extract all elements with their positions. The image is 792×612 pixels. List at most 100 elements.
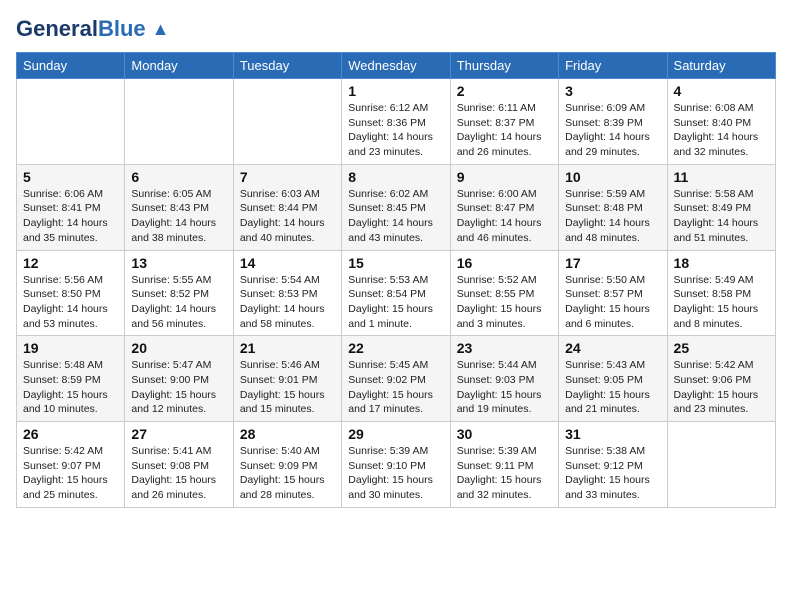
- day-info: Sunrise: 5:55 AM Sunset: 8:52 PM Dayligh…: [131, 273, 226, 332]
- day-info: Sunrise: 6:02 AM Sunset: 8:45 PM Dayligh…: [348, 187, 443, 246]
- calendar-cell: 8 Sunrise: 6:02 AM Sunset: 8:45 PM Daylig…: [342, 164, 450, 250]
- calendar-cell: 2 Sunrise: 6:11 AM Sunset: 8:37 PM Daylig…: [450, 79, 558, 165]
- day-number: 11: [674, 169, 769, 185]
- day-info: Sunrise: 6:11 AM Sunset: 8:37 PM Dayligh…: [457, 101, 552, 160]
- calendar-cell: 18 Sunrise: 5:49 AM Sunset: 8:58 PM Dayli…: [667, 250, 775, 336]
- day-number: 7: [240, 169, 335, 185]
- day-info: Sunrise: 5:42 AM Sunset: 9:06 PM Dayligh…: [674, 358, 769, 417]
- day-number: 10: [565, 169, 660, 185]
- day-number: 14: [240, 255, 335, 271]
- day-info: Sunrise: 5:53 AM Sunset: 8:54 PM Dayligh…: [348, 273, 443, 332]
- day-number: 9: [457, 169, 552, 185]
- calendar-cell: 26Sunrise: 5:42 AM Sunset: 9:07 PM Dayli…: [17, 422, 125, 508]
- day-info: Sunrise: 6:00 AM Sunset: 8:47 PM Dayligh…: [457, 187, 552, 246]
- day-info: Sunrise: 6:08 AM Sunset: 8:40 PM Dayligh…: [674, 101, 769, 160]
- calendar-cell: 21 Sunrise: 5:46 AM Sunset: 9:01 PM Dayli…: [233, 336, 341, 422]
- calendar-cell: [125, 79, 233, 165]
- day-number: 16: [457, 255, 552, 271]
- day-number: 31: [565, 426, 660, 442]
- day-info: Sunrise: 5:45 AM Sunset: 9:02 PM Dayligh…: [348, 358, 443, 417]
- calendar-cell: 24Sunrise: 5:43 AM Sunset: 9:05 PM Dayli…: [559, 336, 667, 422]
- day-number: 20: [131, 340, 226, 356]
- day-number: 15: [348, 255, 443, 271]
- day-info: Sunrise: 6:03 AM Sunset: 8:44 PM Dayligh…: [240, 187, 335, 246]
- page-header: GeneralBlue ▲: [16, 16, 776, 42]
- calendar-cell: [233, 79, 341, 165]
- day-info: Sunrise: 5:54 AM Sunset: 8:53 PM Dayligh…: [240, 273, 335, 332]
- calendar-week-2: 5 Sunrise: 6:06 AM Sunset: 8:41 PM Daylig…: [17, 164, 776, 250]
- day-number: 3: [565, 83, 660, 99]
- day-info: Sunrise: 5:48 AM Sunset: 8:59 PM Dayligh…: [23, 358, 118, 417]
- calendar-cell: 17 Sunrise: 5:50 AM Sunset: 8:57 PM Dayli…: [559, 250, 667, 336]
- calendar-week-4: 19 Sunrise: 5:48 AM Sunset: 8:59 PM Dayli…: [17, 336, 776, 422]
- day-info: Sunrise: 5:38 AM Sunset: 9:12 PM Dayligh…: [565, 444, 660, 503]
- day-info: Sunrise: 5:40 AM Sunset: 9:09 PM Dayligh…: [240, 444, 335, 503]
- day-info: Sunrise: 6:06 AM Sunset: 8:41 PM Dayligh…: [23, 187, 118, 246]
- weekday-header-friday: Friday: [559, 53, 667, 79]
- calendar-cell: 10 Sunrise: 5:59 AM Sunset: 8:48 PM Dayli…: [559, 164, 667, 250]
- calendar-cell: 23 Sunrise: 5:44 AM Sunset: 9:03 PM Dayli…: [450, 336, 558, 422]
- calendar-cell: 20 Sunrise: 5:47 AM Sunset: 9:00 PM Dayli…: [125, 336, 233, 422]
- calendar-cell: 1Sunrise: 6:12 AM Sunset: 8:36 PM Daylig…: [342, 79, 450, 165]
- day-number: 21: [240, 340, 335, 356]
- day-number: 24: [565, 340, 660, 356]
- calendar-cell: 6Sunrise: 6:05 AM Sunset: 8:43 PM Daylig…: [125, 164, 233, 250]
- calendar-cell: 30 Sunrise: 5:39 AM Sunset: 9:11 PM Dayli…: [450, 422, 558, 508]
- weekday-header-thursday: Thursday: [450, 53, 558, 79]
- day-info: Sunrise: 5:49 AM Sunset: 8:58 PM Dayligh…: [674, 273, 769, 332]
- calendar-cell: 29Sunrise: 5:39 AM Sunset: 9:10 PM Dayli…: [342, 422, 450, 508]
- day-number: 27: [131, 426, 226, 442]
- day-number: 22: [348, 340, 443, 356]
- day-number: 5: [23, 169, 118, 185]
- calendar-cell: 13Sunrise: 5:55 AM Sunset: 8:52 PM Dayli…: [125, 250, 233, 336]
- day-number: 30: [457, 426, 552, 442]
- day-number: 23: [457, 340, 552, 356]
- logo: GeneralBlue ▲: [16, 16, 169, 42]
- day-info: Sunrise: 5:41 AM Sunset: 9:08 PM Dayligh…: [131, 444, 226, 503]
- calendar-cell: [667, 422, 775, 508]
- day-number: 18: [674, 255, 769, 271]
- day-info: Sunrise: 5:39 AM Sunset: 9:11 PM Dayligh…: [457, 444, 552, 503]
- calendar-cell: 9 Sunrise: 6:00 AM Sunset: 8:47 PM Daylig…: [450, 164, 558, 250]
- day-number: 8: [348, 169, 443, 185]
- day-info: Sunrise: 5:52 AM Sunset: 8:55 PM Dayligh…: [457, 273, 552, 332]
- calendar-cell: [17, 79, 125, 165]
- calendar-cell: 19 Sunrise: 5:48 AM Sunset: 8:59 PM Dayli…: [17, 336, 125, 422]
- day-number: 29: [348, 426, 443, 442]
- calendar-cell: 15 Sunrise: 5:53 AM Sunset: 8:54 PM Dayli…: [342, 250, 450, 336]
- day-info: Sunrise: 5:50 AM Sunset: 8:57 PM Dayligh…: [565, 273, 660, 332]
- day-number: 28: [240, 426, 335, 442]
- day-info: Sunrise: 5:42 AM Sunset: 9:07 PM Dayligh…: [23, 444, 118, 503]
- calendar-cell: 22 Sunrise: 5:45 AM Sunset: 9:02 PM Dayli…: [342, 336, 450, 422]
- day-number: 2: [457, 83, 552, 99]
- day-info: Sunrise: 5:44 AM Sunset: 9:03 PM Dayligh…: [457, 358, 552, 417]
- day-number: 1: [348, 83, 443, 99]
- calendar-week-1: 1Sunrise: 6:12 AM Sunset: 8:36 PM Daylig…: [17, 79, 776, 165]
- calendar-cell: 25 Sunrise: 5:42 AM Sunset: 9:06 PM Dayli…: [667, 336, 775, 422]
- calendar-cell: 3Sunrise: 6:09 AM Sunset: 8:39 PM Daylig…: [559, 79, 667, 165]
- logo-bird-icon: ▲: [152, 19, 170, 40]
- calendar-cell: 16 Sunrise: 5:52 AM Sunset: 8:55 PM Dayli…: [450, 250, 558, 336]
- calendar-cell: 11Sunrise: 5:58 AM Sunset: 8:49 PM Dayli…: [667, 164, 775, 250]
- calendar-cell: 31 Sunrise: 5:38 AM Sunset: 9:12 PM Dayli…: [559, 422, 667, 508]
- weekday-header-sunday: Sunday: [17, 53, 125, 79]
- day-info: Sunrise: 5:59 AM Sunset: 8:48 PM Dayligh…: [565, 187, 660, 246]
- day-number: 25: [674, 340, 769, 356]
- day-number: 17: [565, 255, 660, 271]
- weekday-header-monday: Monday: [125, 53, 233, 79]
- calendar-table: SundayMondayTuesdayWednesdayThursdayFrid…: [16, 52, 776, 508]
- day-number: 19: [23, 340, 118, 356]
- day-info: Sunrise: 5:56 AM Sunset: 8:50 PM Dayligh…: [23, 273, 118, 332]
- weekday-header-tuesday: Tuesday: [233, 53, 341, 79]
- day-info: Sunrise: 5:47 AM Sunset: 9:00 PM Dayligh…: [131, 358, 226, 417]
- calendar-week-3: 12 Sunrise: 5:56 AM Sunset: 8:50 PM Dayli…: [17, 250, 776, 336]
- calendar-cell: 28 Sunrise: 5:40 AM Sunset: 9:09 PM Dayli…: [233, 422, 341, 508]
- day-number: 12: [23, 255, 118, 271]
- calendar-cell: 27 Sunrise: 5:41 AM Sunset: 9:08 PM Dayli…: [125, 422, 233, 508]
- calendar-cell: 5 Sunrise: 6:06 AM Sunset: 8:41 PM Daylig…: [17, 164, 125, 250]
- calendar-cell: 14 Sunrise: 5:54 AM Sunset: 8:53 PM Dayli…: [233, 250, 341, 336]
- weekday-header-wednesday: Wednesday: [342, 53, 450, 79]
- day-info: Sunrise: 6:05 AM Sunset: 8:43 PM Dayligh…: [131, 187, 226, 246]
- weekday-header-saturday: Saturday: [667, 53, 775, 79]
- day-info: Sunrise: 5:46 AM Sunset: 9:01 PM Dayligh…: [240, 358, 335, 417]
